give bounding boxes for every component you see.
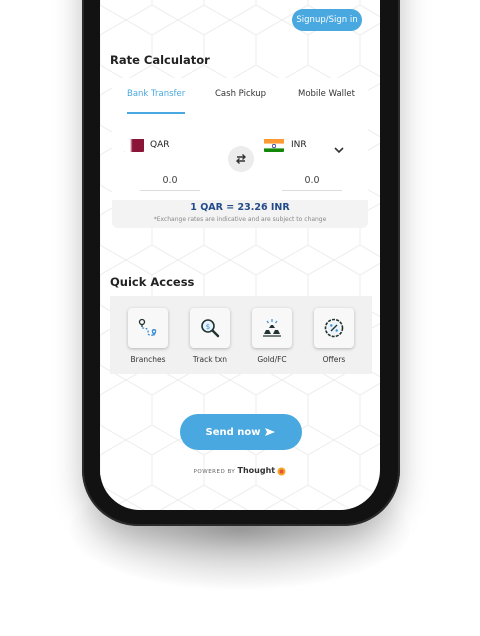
- quick-access-gold-fc-button[interactable]: [252, 308, 292, 348]
- svg-text:$: $: [206, 323, 210, 331]
- to-currency-select[interactable]: INR: [291, 140, 307, 150]
- quick-access-label-track-txn: Track txn: [192, 355, 228, 364]
- powered-by-text: POWERED BY: [193, 469, 236, 475]
- offers-percent-icon: [324, 318, 344, 338]
- branches-map-icon: [138, 318, 157, 336]
- track-search-icon: $: [201, 319, 220, 338]
- signup-signin-button[interactable]: Signup/Sign in: [292, 9, 362, 31]
- swap-currency-button[interactable]: [228, 146, 254, 172]
- quick-access-label-offers: Offers: [322, 355, 346, 364]
- powered-by-footer: POWERED BY Thought: [100, 466, 380, 476]
- quick-access-branches-button[interactable]: [128, 308, 168, 348]
- tab-cash-pickup[interactable]: Cash Pickup: [215, 89, 266, 99]
- quick-access-track-txn-button[interactable]: $: [190, 308, 230, 348]
- india-flag-icon: [264, 138, 284, 152]
- from-currency-select[interactable]: QAR: [150, 140, 170, 150]
- from-amount-input[interactable]: 0.0: [140, 175, 200, 186]
- tab-bank-transfer[interactable]: Bank Transfer: [127, 89, 185, 99]
- quick-access-label-branches: Branches: [130, 355, 166, 364]
- qatar-flag-icon: [124, 138, 144, 152]
- send-now-button[interactable]: Send now: [180, 414, 302, 450]
- quick-access-title: Quick Access: [110, 275, 195, 289]
- chevron-down-icon[interactable]: [333, 140, 345, 159]
- send-arrow-icon: [265, 428, 276, 436]
- brand-logo-icon: [277, 467, 286, 476]
- from-amount-underline: [140, 190, 200, 191]
- gold-bars-icon: [263, 319, 281, 337]
- app-screen: Signup/Sign in Rate Calculator Bank Tran…: [100, 0, 380, 510]
- exchange-rate-disclaimer: *Exchange rates are indicative and are s…: [153, 216, 327, 223]
- to-amount-input[interactable]: 0.0: [282, 175, 342, 186]
- exchange-rate-text: 1 QAR = 23.26 INR: [190, 202, 290, 213]
- quick-access-label-gold-fc: Gold/FC: [257, 355, 287, 364]
- rate-calculator-title: Rate Calculator: [110, 53, 210, 67]
- swap-arrows-icon: [236, 154, 246, 164]
- to-amount-underline: [282, 190, 342, 191]
- active-tab-underline: [127, 112, 185, 114]
- brand-name: Thought: [237, 466, 276, 475]
- send-now-label: Send now: [205, 426, 261, 438]
- quick-access-offers-button[interactable]: [314, 308, 354, 348]
- tab-mobile-wallet[interactable]: Mobile Wallet: [298, 89, 355, 99]
